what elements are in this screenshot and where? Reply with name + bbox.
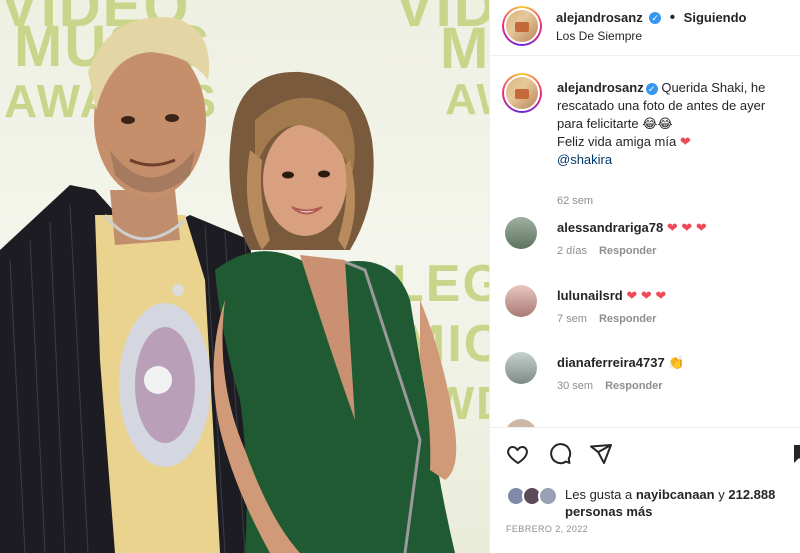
reply-button[interactable]: Responder [599, 313, 656, 325]
comment-row: dianaferreira4737 👏 30 sem Responder [502, 352, 797, 400]
comment-body: ❤ ❤ ❤ [666, 220, 707, 235]
post-header: alejandrosanz ✓ • Siguiendo Los De Siemp… [490, 0, 800, 56]
caption-text: alejandrosanz ✓ Querida Shaki, he rescata… [557, 79, 792, 169]
author-avatar[interactable] [502, 6, 542, 46]
commenter-avatar[interactable] [505, 217, 537, 249]
likes-count[interactable]: 212.888 [728, 487, 775, 502]
caption-verified-badge-icon: ✓ [645, 82, 658, 95]
commenter-avatar[interactable] [505, 419, 537, 427]
photo-people-illustration [0, 17, 457, 553]
comment-body: 👏 [668, 355, 685, 370]
post-side-panel: alejandrosanz ✓ • Siguiendo Los De Siemp… [489, 0, 800, 553]
comment-text: alessandrariga78 ❤ ❤ ❤ [557, 219, 792, 237]
post-date[interactable]: FEBRERO 2, 2022 [506, 524, 588, 534]
comments-list[interactable]: alejandrosanz ✓ Querida Shaki, he rescata… [490, 57, 800, 427]
author-username[interactable]: alejandrosanz [556, 10, 643, 25]
comment-timestamp[interactable]: 2 días [557, 245, 587, 257]
caption-author-avatar[interactable] [502, 73, 542, 113]
comment-meta: 2 días Responder [557, 245, 656, 257]
reply-button[interactable]: Responder [605, 380, 662, 392]
caption-username[interactable]: alejandrosanz [557, 80, 644, 95]
likes-prefix: Les gusta a [565, 487, 633, 502]
reply-button[interactable]: Responder [599, 245, 656, 257]
liker-username[interactable]: nayibcanaan [636, 487, 715, 502]
post-location[interactable]: Los De Siempre [556, 29, 642, 43]
caption-timestamp[interactable]: 62 sem [557, 195, 593, 207]
post-actions-section: Les gusta a nayibcanaan y 212.888 person… [490, 427, 800, 553]
likes-connector: y [718, 487, 725, 502]
likes-suffix[interactable]: personas más [565, 504, 652, 519]
caption-mention-link[interactable]: @shakira [557, 152, 612, 167]
commenter-avatar[interactable] [505, 352, 537, 384]
comment-row: lulunailsrd ❤ ❤ ❤ 7 sem Responder [502, 285, 797, 333]
verified-badge-icon: ✓ [649, 11, 662, 24]
liker-avatar [538, 486, 558, 506]
comment-text: dianaferreira4737 👏 [557, 354, 792, 372]
caption-heart-emoji: ❤ [679, 134, 691, 149]
likes-summary[interactable]: Les gusta a nayibcanaan y 212.888 person… [565, 486, 795, 520]
comment-meta: 30 sem Responder [557, 380, 663, 392]
commenter-username[interactable]: lulunailsrd [557, 288, 623, 303]
post-photo[interactable]: VIDEO MUSIC AWARDS VIDEO MUSIC AWARDS LE… [0, 0, 489, 553]
commenter-avatar[interactable] [505, 285, 537, 317]
comment-text: lulunailsrd ❤ ❤ ❤ [557, 287, 792, 305]
caption-body-2: Feliz vida amiga mía [557, 134, 677, 149]
caption-row: alejandrosanz ✓ Querida Shaki, he rescata… [502, 73, 797, 207]
comment-row: alessandrariga78 ❤ ❤ ❤ 2 días Responder [502, 217, 797, 265]
comment-body: ❤ ❤ ❤ [626, 288, 667, 303]
separator-dot: • [669, 9, 676, 26]
heart-icon[interactable] [506, 442, 530, 471]
comment-icon[interactable] [548, 442, 572, 471]
comment-timestamp[interactable]: 7 sem [557, 313, 587, 325]
following-button[interactable]: Siguiendo [684, 10, 747, 25]
commenter-username[interactable]: dianaferreira4737 [557, 355, 665, 370]
share-icon[interactable] [589, 442, 613, 471]
comment-meta: 7 sem Responder [557, 313, 656, 325]
comment-timestamp[interactable]: 30 sem [557, 380, 593, 392]
commenter-username[interactable]: alessandrariga78 [557, 220, 663, 235]
save-icon[interactable] [792, 442, 800, 471]
